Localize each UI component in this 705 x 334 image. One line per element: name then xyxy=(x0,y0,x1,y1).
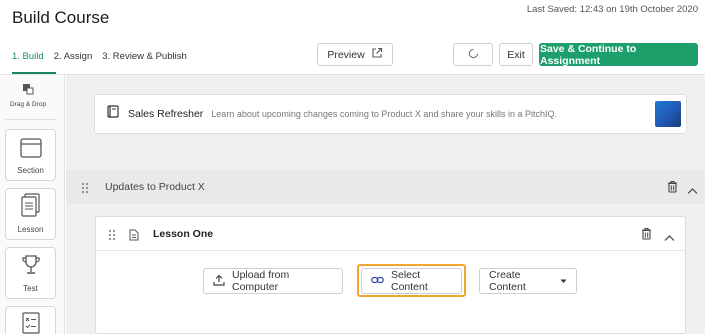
course-book-icon xyxy=(107,105,119,123)
course-header-card: Sales Refresher Learn about upcoming cha… xyxy=(94,94,687,134)
trash-icon[interactable] xyxy=(641,227,652,245)
sidebar-divider xyxy=(5,119,56,120)
sidebar-item-quiz[interactable] xyxy=(5,306,56,334)
refresh-button[interactable] xyxy=(453,43,493,66)
course-thumbnail[interactable] xyxy=(655,101,681,127)
sidebar-item-label: Test xyxy=(23,284,38,293)
drag-drop-label: Drag & Drop xyxy=(9,101,47,108)
preview-button[interactable]: Preview xyxy=(317,43,393,66)
upload-from-computer-button[interactable]: Upload from Computer xyxy=(203,268,343,294)
course-description: Learn about upcoming changes coming to P… xyxy=(211,109,557,119)
create-button-label: Create Content xyxy=(489,269,526,293)
tab-build[interactable]: 1. Build xyxy=(12,51,44,62)
lesson-icon xyxy=(20,193,41,219)
sidebar-item-label: Section xyxy=(17,166,44,175)
step-tabs: 1. Build 2. Assign 3. Review & Publish xyxy=(12,51,187,62)
preview-button-label: Preview xyxy=(327,48,365,61)
sidebar-item-label: Lesson xyxy=(17,225,44,234)
trash-icon[interactable] xyxy=(667,180,678,198)
section-title[interactable]: Updates to Product X xyxy=(105,181,205,193)
drag-handle-icon[interactable] xyxy=(108,228,116,246)
chevron-up-icon[interactable] xyxy=(664,229,675,247)
drag-handle-icon[interactable] xyxy=(81,181,89,199)
upload-icon xyxy=(213,274,225,289)
tab-review-publish[interactable]: 3. Review & Publish xyxy=(102,51,186,62)
caret-down-icon xyxy=(560,275,567,287)
loading-spinner-icon xyxy=(468,48,479,62)
trophy-icon xyxy=(21,254,41,278)
course-name: Sales Refresher xyxy=(128,108,204,120)
exit-button[interactable]: Exit xyxy=(499,43,533,66)
chevron-up-icon[interactable] xyxy=(687,182,698,200)
save-continue-button[interactable]: Save & Continue to Assignment xyxy=(539,43,698,67)
lesson-document-icon xyxy=(129,228,139,246)
component-sidebar: Drag & Drop Section Lesson Test xyxy=(0,75,65,334)
sidebar-item-test[interactable]: Test xyxy=(5,247,56,299)
quiz-icon xyxy=(21,311,41,334)
sidebar-item-lesson[interactable]: Lesson xyxy=(5,188,56,240)
link-icon xyxy=(371,275,384,287)
page-title: Build Course xyxy=(12,8,110,27)
sidebar-item-section[interactable]: Section xyxy=(5,129,56,181)
select-content-button[interactable]: Select Content xyxy=(361,268,462,294)
lesson-title[interactable]: Lesson One xyxy=(153,228,213,240)
upload-button-label: Upload from Computer xyxy=(232,269,290,293)
drag-drop-hint: Drag & Drop xyxy=(0,83,56,108)
create-content-dropdown[interactable]: Create Content xyxy=(479,268,577,294)
drag-drop-icon xyxy=(0,83,56,97)
select-button-label: Select Content xyxy=(391,269,428,293)
last-saved-status: Last Saved: 12:43 on 19th October 2020 xyxy=(526,4,698,15)
section-icon xyxy=(19,138,42,160)
tab-assign[interactable]: 2. Assign xyxy=(54,51,93,62)
external-link-icon xyxy=(371,47,383,62)
